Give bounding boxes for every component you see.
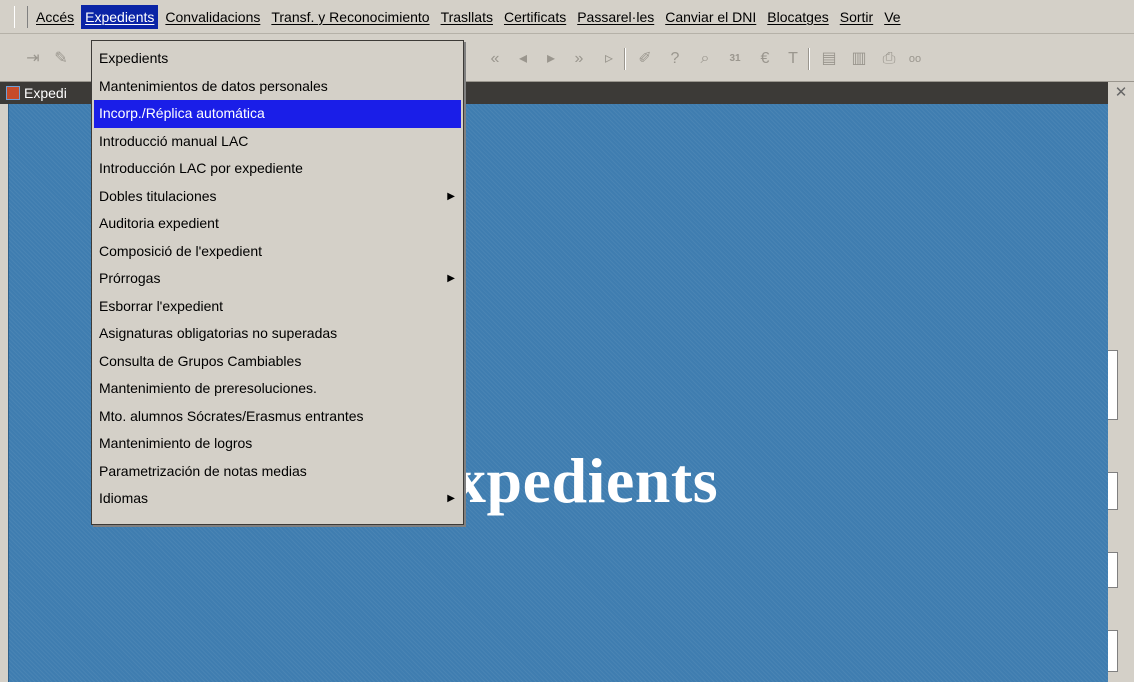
menu-certificats[interactable]: Certificats	[500, 5, 570, 29]
menu-sortir[interactable]: Sortir	[836, 5, 877, 29]
exit-icon[interactable]: ⇥	[22, 48, 44, 70]
print-icon[interactable]: ⎙	[878, 48, 900, 70]
document-icon[interactable]: ▥	[848, 48, 870, 70]
panel-field[interactable]	[1108, 630, 1118, 672]
menu-passarelles[interactable]: Passarel·les	[573, 5, 658, 29]
menu-item-expedients[interactable]: Expedients	[92, 45, 463, 73]
menu-bar: Accés Expedients Convalidacions Transf. …	[0, 0, 1134, 34]
menu-transf-reconocimiento[interactable]: Transf. y Reconocimiento	[267, 5, 433, 29]
menu-item-notas-medias[interactable]: Parametrización de notas medias	[92, 458, 463, 486]
menu-item-introduccio-manual-lac[interactable]: Introducció manual LAC	[92, 128, 463, 156]
close-icon[interactable]: ✕	[1108, 82, 1134, 104]
toolbar-separator	[808, 48, 810, 70]
ool-icon[interactable]: oo	[904, 48, 926, 70]
menu-item-mantenimientos-datos[interactable]: Mantenimientos de datos personales	[92, 73, 463, 101]
next-set-icon[interactable]: »	[568, 48, 590, 70]
banner-title: xpedients	[454, 445, 719, 516]
last-record-icon[interactable]: ▹	[598, 48, 620, 70]
menu-item-erasmus[interactable]: Mto. alumnos Sócrates/Erasmus entrantes	[92, 403, 463, 431]
menu-ve[interactable]: Ve	[880, 5, 904, 29]
document-icon[interactable]: ▤	[818, 48, 840, 70]
submenu-arrow-icon: ▶	[447, 493, 455, 504]
window-title: Expedi	[24, 85, 67, 101]
query-icon[interactable]: ⌕	[694, 48, 716, 70]
app-icon	[6, 86, 20, 100]
help-icon[interactable]: ?	[664, 48, 686, 70]
previous-record-icon[interactable]: ◂	[512, 48, 534, 70]
expedients-dropdown: Expedients Mantenimientos de datos perso…	[91, 40, 464, 525]
menu-acces[interactable]: Accés	[32, 5, 78, 29]
menu-canviar-dni[interactable]: Canviar el DNI	[661, 5, 760, 29]
menu-item-esborrar[interactable]: Esborrar l'expedient	[92, 293, 463, 321]
menu-convalidacions[interactable]: Convalidacions	[161, 5, 264, 29]
menu-trasllats[interactable]: Trasllats	[437, 5, 497, 29]
menu-item-incorp-replica[interactable]: Incorp./Réplica automática	[94, 100, 461, 128]
submenu-arrow-icon: ▶	[447, 273, 455, 284]
t-icon[interactable]: T	[782, 48, 804, 70]
menu-blocatges[interactable]: Blocatges	[763, 5, 832, 29]
menu-item-dobles-titulaciones[interactable]: Dobles titulaciones ▶	[92, 183, 463, 211]
menu-item-consulta-grupos[interactable]: Consulta de Grupos Cambiables	[92, 348, 463, 376]
menu-expedients[interactable]: Expedients	[81, 4, 159, 29]
menu-item-asignaturas[interactable]: Asignaturas obligatorias no superadas	[92, 320, 463, 348]
menu-item-prorrogas[interactable]: Prórrogas ▶	[92, 265, 463, 293]
first-record-icon[interactable]: «	[484, 48, 506, 70]
menu-grip	[14, 5, 28, 28]
edit-icon[interactable]: ✐	[634, 48, 656, 70]
menu-item-preresoluciones[interactable]: Mantenimiento de preresoluciones.	[92, 375, 463, 403]
panel-field[interactable]	[1108, 472, 1118, 510]
toolbar-separator	[624, 48, 626, 70]
menu-item-composicio[interactable]: Composició de l'expedient	[92, 238, 463, 266]
save-icon[interactable]: ✎	[50, 48, 72, 70]
panel-field[interactable]	[1108, 350, 1118, 420]
next-record-icon[interactable]: ▸	[540, 48, 562, 70]
euro-icon[interactable]: €	[754, 48, 776, 70]
panel-field[interactable]	[1108, 552, 1118, 588]
menu-item-auditoria[interactable]: Auditoria expedient	[92, 210, 463, 238]
submenu-arrow-icon: ▶	[447, 190, 455, 202]
menu-item-logros[interactable]: Mantenimiento de logros	[92, 430, 463, 458]
calendar-icon[interactable]: 31	[724, 48, 746, 70]
menu-item-idiomas[interactable]: Idiomas ▶	[92, 485, 463, 513]
menu-item-introduccion-lac[interactable]: Introducción LAC por expediente	[92, 155, 463, 183]
